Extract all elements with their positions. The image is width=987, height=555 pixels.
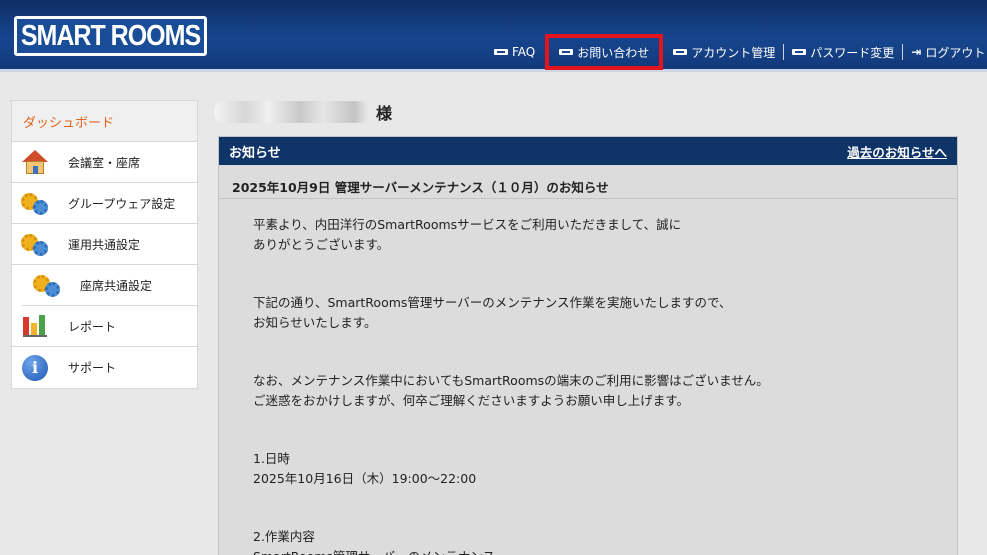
top-navigation: FAQ お問い合わせ アカウント管理 パスワード変更 ⇥ ログアウト <box>486 34 987 70</box>
notice-line: SmartRooms管理サーバーのメンテナンス <box>253 547 957 555</box>
gears-icon <box>20 189 50 217</box>
logout-icon: ⇥ <box>911 45 922 59</box>
nav-account-label: アカウント管理 <box>691 45 776 60</box>
nav-faq-label: FAQ <box>512 45 536 59</box>
sidebar: ダッシュボード 会議室・座席 グループウェア設定 運用共通設定 座席共通設定 レ… <box>11 100 198 389</box>
notice-line <box>253 488 957 508</box>
nav-bullet-icon <box>792 49 807 55</box>
notice-panel-header: お知らせ 過去のお知らせへ <box>219 137 957 165</box>
smartrooms-logo[interactable]: SMART ROOMS <box>14 16 207 56</box>
user-greeting: 様 <box>214 100 392 124</box>
notice-line <box>253 352 957 372</box>
notice-panel-title: お知らせ <box>229 145 281 161</box>
nav-contact-label: お問い合わせ <box>577 45 650 60</box>
house-icon <box>20 148 50 176</box>
notice-line: 2025年10月16日（木）19:00～22:00 <box>253 470 477 486</box>
notice-line: ありがとうございます。 <box>253 236 390 252</box>
notice-line: 1.日時 <box>253 451 290 466</box>
notice-line <box>253 274 957 294</box>
notice-title: 2025年10月9日 管理サーバーメンテナンス（１０月）のお知らせ <box>219 165 957 199</box>
gears-icon <box>20 230 50 258</box>
sidebar-item-label: 座席共通設定 <box>80 278 153 293</box>
sidebar-item-common-seat-settings[interactable]: 座席共通設定 <box>22 265 197 306</box>
notice-line <box>253 254 957 274</box>
nav-logout-label: ログアウト <box>925 45 986 60</box>
notice-line <box>253 410 957 430</box>
notice-line: 平素より、内田洋行のSmartRoomsサービスをご利用いただきまして、誠に <box>253 217 682 232</box>
nav-bullet-icon <box>673 49 688 55</box>
nav-faq[interactable]: FAQ <box>486 45 543 59</box>
sidebar-item-label: サポート <box>68 361 117 375</box>
nav-contact[interactable]: お問い合わせ <box>545 34 664 70</box>
bar-chart-icon <box>20 312 50 340</box>
notice-line: ご迷惑をおかけしますが、何卒ご理解くださいますようお願い申し上げます。 <box>253 392 690 408</box>
sidebar-item-label: ダッシュボード <box>23 115 115 131</box>
notice-panel: お知らせ 過去のお知らせへ 2025年10月9日 管理サーバーメンテナンス（１０… <box>218 136 958 555</box>
nav-account[interactable]: アカウント管理 <box>665 44 783 61</box>
sidebar-item-support[interactable]: i サポート <box>12 347 197 388</box>
notice-line <box>253 508 957 528</box>
notice-line: なお、メンテナンス作業中においてもSmartRoomsの端末のご利用に影響はござ… <box>253 373 769 388</box>
sidebar-item-label: 会議室・座席 <box>68 155 141 170</box>
notice-line: 2.作業内容 <box>253 529 315 544</box>
info-icon: i <box>20 354 50 382</box>
nav-bullet-icon <box>559 49 574 55</box>
honorific: 様 <box>376 104 393 123</box>
sidebar-item-dashboard[interactable]: ダッシュボード <box>12 101 197 142</box>
gears-icon <box>32 271 62 299</box>
nav-logout[interactable]: ⇥ ログアウト <box>903 44 987 61</box>
logo-text: SMART ROOMS <box>20 19 201 52</box>
blurred-user-name <box>214 101 370 123</box>
notice-line: お知らせいたします。 <box>253 314 377 330</box>
sidebar-item-label: レポート <box>68 319 117 334</box>
notice-line <box>253 430 957 450</box>
sidebar-item-groupware-settings[interactable]: グループウェア設定 <box>12 183 197 224</box>
sidebar-item-rooms-seats[interactable]: 会議室・座席 <box>12 142 197 183</box>
notice-line <box>253 332 957 352</box>
sidebar-item-common-operation-settings[interactable]: 運用共通設定 <box>12 224 197 265</box>
nav-bullet-icon <box>494 49 508 55</box>
notice-line: 下記の通り、SmartRooms管理サーバーのメンテナンス作業を実施いたしますの… <box>253 295 732 310</box>
sidebar-item-label: グループウェア設定 <box>68 196 176 211</box>
header-bar: SMART ROOMS FAQ お問い合わせ アカウント管理 パスワード変更 ⇥… <box>0 0 987 72</box>
sidebar-item-label: 運用共通設定 <box>68 237 141 252</box>
past-notices-link[interactable]: 過去のお知らせへ <box>847 142 947 161</box>
nav-password-label: パスワード変更 <box>810 45 895 60</box>
notice-body: 平素より、内田洋行のSmartRoomsサービスをご利用いただきまして、誠に あり… <box>219 215 957 555</box>
nav-password[interactable]: パスワード変更 <box>784 44 902 61</box>
sidebar-item-report[interactable]: レポート <box>12 306 197 347</box>
